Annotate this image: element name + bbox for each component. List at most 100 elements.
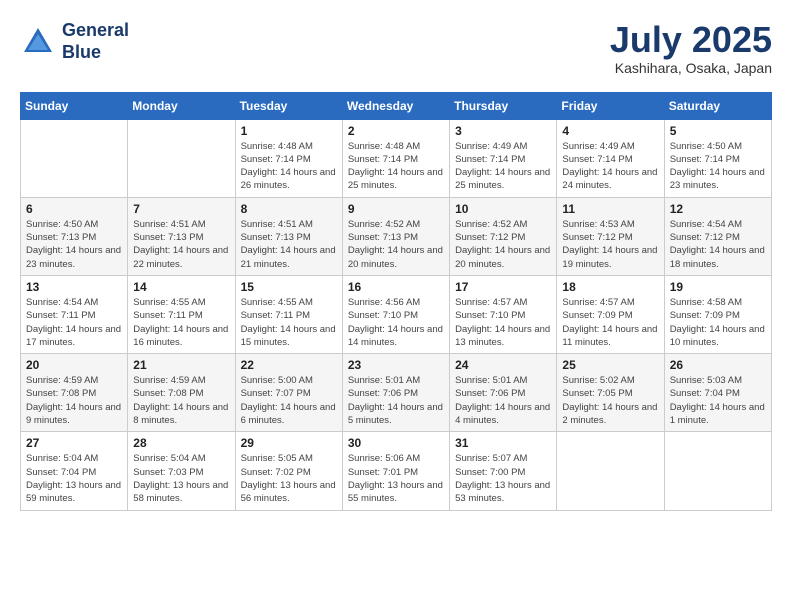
day-number: 8 (241, 202, 337, 216)
cell-info: Sunrise: 4:48 AM Sunset: 7:14 PM Dayligh… (241, 140, 337, 193)
calendar-cell: 28 Sunrise: 5:04 AM Sunset: 7:03 PM Dayli… (128, 432, 235, 510)
calendar-cell: 9 Sunrise: 4:52 AM Sunset: 7:13 PM Daylig… (342, 197, 449, 275)
weekday-header-thursday: Thursday (450, 92, 557, 119)
calendar-cell: 23Sunrise: 5:01 AM Sunset: 7:06 PM Dayli… (342, 354, 449, 432)
weekday-header-tuesday: Tuesday (235, 92, 342, 119)
day-number: 23 (348, 358, 444, 372)
cell-info: Sunrise: 4:53 AM Sunset: 7:12 PM Dayligh… (562, 218, 658, 271)
day-number: 31 (455, 436, 551, 450)
day-number: 6 (26, 202, 122, 216)
day-number: 16 (348, 280, 444, 294)
cell-info: Sunrise: 4:54 AM Sunset: 7:11 PM Dayligh… (26, 296, 122, 349)
day-number: 29 (241, 436, 337, 450)
calendar-cell: 15Sunrise: 4:55 AM Sunset: 7:11 PM Dayli… (235, 275, 342, 353)
calendar-cell: 3 Sunrise: 4:49 AM Sunset: 7:14 PM Daylig… (450, 119, 557, 197)
location: Kashihara, Osaka, Japan (610, 60, 772, 76)
cell-info: Sunrise: 4:58 AM Sunset: 7:09 PM Dayligh… (670, 296, 766, 349)
day-number: 24 (455, 358, 551, 372)
day-number: 9 (348, 202, 444, 216)
day-number: 21 (133, 358, 229, 372)
cell-info: Sunrise: 4:50 AM Sunset: 7:14 PM Dayligh… (670, 140, 766, 193)
day-number: 7 (133, 202, 229, 216)
cell-info: Sunrise: 4:57 AM Sunset: 7:10 PM Dayligh… (455, 296, 551, 349)
cell-info: Sunrise: 5:01 AM Sunset: 7:06 PM Dayligh… (455, 374, 551, 427)
cell-info: Sunrise: 5:00 AM Sunset: 7:07 PM Dayligh… (241, 374, 337, 427)
calendar-cell: 8 Sunrise: 4:51 AM Sunset: 7:13 PM Daylig… (235, 197, 342, 275)
day-number: 27 (26, 436, 122, 450)
cell-info: Sunrise: 4:49 AM Sunset: 7:14 PM Dayligh… (562, 140, 658, 193)
calendar-cell: 2 Sunrise: 4:48 AM Sunset: 7:14 PM Daylig… (342, 119, 449, 197)
day-number: 5 (670, 124, 766, 138)
cell-info: Sunrise: 4:52 AM Sunset: 7:13 PM Dayligh… (348, 218, 444, 271)
day-number: 20 (26, 358, 122, 372)
day-number: 2 (348, 124, 444, 138)
weekday-header-wednesday: Wednesday (342, 92, 449, 119)
calendar-cell: 10Sunrise: 4:52 AM Sunset: 7:12 PM Dayli… (450, 197, 557, 275)
calendar-cell: 20 Sunrise: 4:59 AM Sunset: 7:08 PM Dayli… (21, 354, 128, 432)
calendar-cell: 13 Sunrise: 4:54 AM Sunset: 7:11 PM Dayli… (21, 275, 128, 353)
cell-info: Sunrise: 4:49 AM Sunset: 7:14 PM Dayligh… (455, 140, 551, 193)
day-number: 14 (133, 280, 229, 294)
day-number: 25 (562, 358, 658, 372)
cell-info: Sunrise: 4:54 AM Sunset: 7:12 PM Dayligh… (670, 218, 766, 271)
day-number: 3 (455, 124, 551, 138)
week-row-4: 20 Sunrise: 4:59 AM Sunset: 7:08 PM Dayli… (21, 354, 772, 432)
cell-info: Sunrise: 4:57 AM Sunset: 7:09 PM Dayligh… (562, 296, 658, 349)
cell-info: Sunrise: 4:59 AM Sunset: 7:08 PM Dayligh… (133, 374, 229, 427)
weekday-header-row: SundayMondayTuesdayWednesdayThursdayFrid… (21, 92, 772, 119)
week-row-2: 6Sunrise: 4:50 AM Sunset: 7:13 PM Daylig… (21, 197, 772, 275)
calendar-cell: 12 Sunrise: 4:54 AM Sunset: 7:12 PM Dayli… (664, 197, 771, 275)
day-number: 22 (241, 358, 337, 372)
day-number: 12 (670, 202, 766, 216)
weekday-header-friday: Friday (557, 92, 664, 119)
day-number: 4 (562, 124, 658, 138)
day-number: 17 (455, 280, 551, 294)
calendar-cell: 1 Sunrise: 4:48 AM Sunset: 7:14 PM Daylig… (235, 119, 342, 197)
cell-info: Sunrise: 4:56 AM Sunset: 7:10 PM Dayligh… (348, 296, 444, 349)
calendar-cell: 4 Sunrise: 4:49 AM Sunset: 7:14 PM Daylig… (557, 119, 664, 197)
calendar-cell: 14 Sunrise: 4:55 AM Sunset: 7:11 PM Dayli… (128, 275, 235, 353)
cell-info: Sunrise: 4:51 AM Sunset: 7:13 PM Dayligh… (133, 218, 229, 271)
weekday-header-monday: Monday (128, 92, 235, 119)
calendar-cell (128, 119, 235, 197)
day-number: 1 (241, 124, 337, 138)
cell-info: Sunrise: 5:02 AM Sunset: 7:05 PM Dayligh… (562, 374, 658, 427)
title-block: July 2025 Kashihara, Osaka, Japan (610, 20, 772, 76)
day-number: 18 (562, 280, 658, 294)
calendar-cell: 24 Sunrise: 5:01 AM Sunset: 7:06 PM Dayli… (450, 354, 557, 432)
calendar-cell: 29Sunrise: 5:05 AM Sunset: 7:02 PM Dayli… (235, 432, 342, 510)
weekday-header-saturday: Saturday (664, 92, 771, 119)
calendar-cell: 5 Sunrise: 4:50 AM Sunset: 7:14 PM Daylig… (664, 119, 771, 197)
calendar-cell: 11Sunrise: 4:53 AM Sunset: 7:12 PM Dayli… (557, 197, 664, 275)
cell-info: Sunrise: 4:55 AM Sunset: 7:11 PM Dayligh… (133, 296, 229, 349)
calendar-cell: 27Sunrise: 5:04 AM Sunset: 7:04 PM Dayli… (21, 432, 128, 510)
calendar-cell: 19 Sunrise: 4:58 AM Sunset: 7:09 PM Dayli… (664, 275, 771, 353)
calendar-cell: 31 Sunrise: 5:07 AM Sunset: 7:00 PM Dayli… (450, 432, 557, 510)
cell-info: Sunrise: 4:51 AM Sunset: 7:13 PM Dayligh… (241, 218, 337, 271)
day-number: 19 (670, 280, 766, 294)
calendar-cell (557, 432, 664, 510)
month-title: July 2025 (610, 20, 772, 60)
calendar-cell: 6Sunrise: 4:50 AM Sunset: 7:13 PM Daylig… (21, 197, 128, 275)
cell-info: Sunrise: 5:04 AM Sunset: 7:03 PM Dayligh… (133, 452, 229, 505)
day-number: 13 (26, 280, 122, 294)
week-row-5: 27Sunrise: 5:04 AM Sunset: 7:04 PM Dayli… (21, 432, 772, 510)
cell-info: Sunrise: 4:59 AM Sunset: 7:08 PM Dayligh… (26, 374, 122, 427)
day-number: 15 (241, 280, 337, 294)
day-number: 26 (670, 358, 766, 372)
weekday-header-sunday: Sunday (21, 92, 128, 119)
calendar-cell: 7 Sunrise: 4:51 AM Sunset: 7:13 PM Daylig… (128, 197, 235, 275)
calendar-cell: 17 Sunrise: 4:57 AM Sunset: 7:10 PM Dayli… (450, 275, 557, 353)
cell-info: Sunrise: 4:48 AM Sunset: 7:14 PM Dayligh… (348, 140, 444, 193)
calendar-cell: 26Sunrise: 5:03 AM Sunset: 7:04 PM Dayli… (664, 354, 771, 432)
cell-info: Sunrise: 5:07 AM Sunset: 7:00 PM Dayligh… (455, 452, 551, 505)
day-number: 30 (348, 436, 444, 450)
calendar: SundayMondayTuesdayWednesdayThursdayFrid… (20, 92, 772, 511)
page-header: General Blue July 2025 Kashihara, Osaka,… (20, 20, 772, 76)
calendar-cell: 18 Sunrise: 4:57 AM Sunset: 7:09 PM Dayli… (557, 275, 664, 353)
logo-icon (20, 24, 56, 60)
calendar-cell: 22 Sunrise: 5:00 AM Sunset: 7:07 PM Dayli… (235, 354, 342, 432)
calendar-cell (21, 119, 128, 197)
day-number: 28 (133, 436, 229, 450)
cell-info: Sunrise: 4:52 AM Sunset: 7:12 PM Dayligh… (455, 218, 551, 271)
